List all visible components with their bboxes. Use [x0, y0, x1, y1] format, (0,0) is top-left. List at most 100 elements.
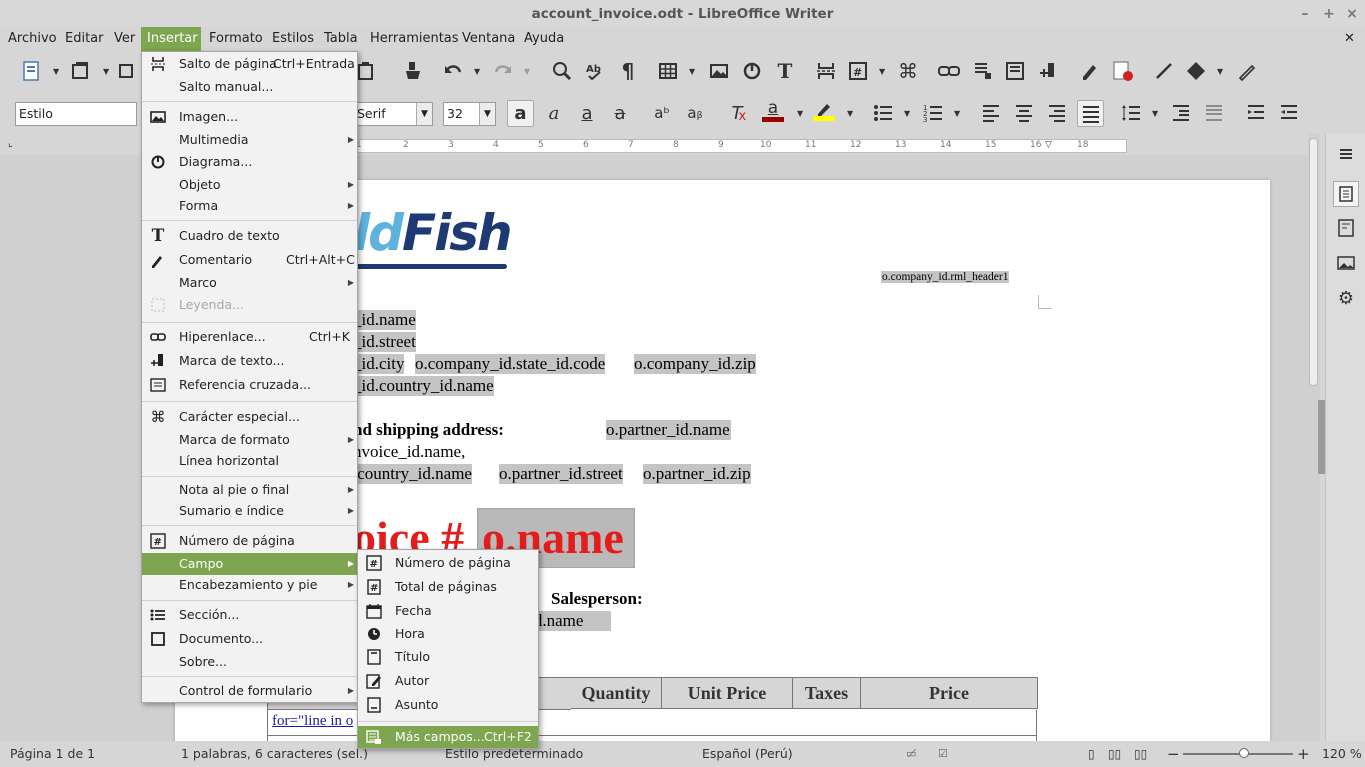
sidebar-menu-icon[interactable]: [1335, 143, 1357, 165]
menu-item-envelope[interactable]: Sobre...: [142, 651, 357, 673]
insert-mode-icon[interactable]: ▭̸: [906, 741, 916, 767]
menu-item-field[interactable]: Campo ▶: [142, 553, 357, 575]
partner-zip-field[interactable]: o.partner_id.zip: [643, 464, 751, 484]
find-replace-icon[interactable]: [551, 60, 573, 82]
single-page-view-icon[interactable]: ▯: [1088, 741, 1095, 767]
insert-image-icon[interactable]: [708, 60, 730, 82]
menu-item-document[interactable]: Documento...: [142, 628, 357, 650]
horizontal-ruler[interactable]: 1 2 3 4 5 6 7 8 9 10 11 12 13 14 15 16 ▽…: [355, 139, 1127, 153]
menu-item-text-box[interactable]: T Cuadro de texto: [142, 225, 357, 247]
page-count-status[interactable]: Página 1 de 1: [10, 741, 95, 767]
invoice-table[interactable]: Quantity Unit Price Taxes Price: [570, 677, 1038, 709]
menu-item-comment[interactable]: Comentario Ctrl+Alt+C: [142, 249, 357, 271]
formatting-marks-icon[interactable]: ¶: [617, 59, 639, 83]
basic-shapes-icon[interactable]: [1185, 60, 1207, 82]
redo-icon[interactable]: [492, 60, 514, 82]
insert-endnote-icon[interactable]: [1004, 60, 1026, 82]
partner-name-field[interactable]: o.partner_id.name: [606, 420, 731, 440]
company-country-field[interactable]: _id.country_id.name: [353, 376, 494, 396]
insert-text-box-icon[interactable]: T: [774, 59, 796, 83]
multi-page-view-icon[interactable]: ▯▯: [1108, 741, 1121, 767]
menu-item-formatting-mark[interactable]: Marca de formato ▶: [142, 429, 357, 451]
insert-hyperlink-icon[interactable]: [938, 60, 960, 82]
insert-special-character-icon[interactable]: ⌘: [897, 59, 919, 83]
paste-icon[interactable]: [355, 60, 377, 82]
menu-archivo[interactable]: Archivo: [2, 27, 63, 51]
menu-item-hyperlink[interactable]: Hiperenlace... Ctrl+K: [142, 326, 357, 348]
submenu-item-page-number[interactable]: # Número de página: [358, 552, 538, 574]
increase-indent-icon[interactable]: [1245, 102, 1267, 124]
menu-item-frame[interactable]: Marco ▶: [142, 272, 357, 294]
word-count-status[interactable]: 1 palabras, 6 caracteres (sel.): [181, 741, 368, 767]
submenu-item-subject[interactable]: Asunto: [358, 694, 538, 716]
clone-formatting-icon[interactable]: [402, 60, 424, 82]
underline-icon[interactable]: a: [576, 102, 598, 124]
subscript-icon[interactable]: aᵦ: [684, 102, 706, 124]
close-document-icon[interactable]: ✕: [1338, 27, 1361, 51]
menu-item-image[interactable]: Imagen...: [142, 106, 357, 128]
spelling-icon[interactable]: Ab: [584, 60, 606, 82]
ordered-list-icon[interactable]: 123: [922, 102, 944, 124]
submenu-item-title[interactable]: Título: [358, 646, 538, 668]
menu-editar[interactable]: Editar: [59, 27, 110, 51]
menu-item-horizontal-line[interactable]: Línea horizontal: [142, 450, 357, 472]
menu-herramientas[interactable]: Herramientas: [364, 27, 465, 51]
submenu-item-date[interactable]: Fecha: [358, 600, 538, 622]
menu-item-special-character[interactable]: ⌘ Carácter especial...: [142, 406, 357, 428]
document-modified-icon[interactable]: ☑: [938, 741, 948, 767]
menu-item-table-of-contents[interactable]: Sumario e índice ▶: [142, 500, 357, 522]
tab-stop-icon[interactable]: ⌞: [8, 138, 13, 149]
zoom-out-button[interactable]: −: [1167, 741, 1180, 767]
for-loop-field[interactable]: for="line in o: [272, 713, 353, 730]
menu-item-form-control[interactable]: Control de formulario ▶: [142, 680, 357, 702]
chevron-down-icon[interactable]: ▼: [879, 68, 887, 76]
italic-icon[interactable]: a: [543, 102, 565, 124]
scrollbar-thumb[interactable]: [1309, 138, 1318, 386]
company-street-field[interactable]: _id.street: [353, 332, 416, 352]
menu-formato[interactable]: Formato: [203, 27, 269, 51]
font-name-combo[interactable]: Serif ▼: [354, 102, 433, 126]
insert-footnote-icon[interactable]: [971, 60, 993, 82]
company-name-field[interactable]: _id.name: [353, 310, 416, 330]
templates-icon[interactable]: [70, 60, 92, 82]
menu-item-manual-break[interactable]: Salto manual...: [142, 76, 357, 98]
zoom-slider[interactable]: [1183, 753, 1293, 755]
chevron-down-icon[interactable]: ▼: [53, 68, 61, 76]
menu-item-chart[interactable]: Diagrama...: [142, 151, 357, 173]
menu-ayuda[interactable]: Ayuda: [518, 27, 570, 51]
partner-street-field[interactable]: o.partner_id.street: [499, 464, 623, 484]
undo-icon[interactable]: [442, 60, 464, 82]
chevron-down-icon[interactable]: ▼: [847, 110, 855, 118]
paragraph-style-combo[interactable]: Estilo predeterminad: [15, 102, 137, 126]
superscript-icon[interactable]: aᵇ: [651, 102, 673, 124]
export-icon[interactable]: [117, 60, 139, 82]
new-document-icon[interactable]: [20, 60, 42, 82]
menu-item-cross-reference[interactable]: Referencia cruzada...: [142, 374, 357, 396]
submenu-item-author[interactable]: Autor: [358, 670, 538, 692]
maximize-button[interactable]: +: [1319, 4, 1339, 24]
align-right-icon[interactable]: [1046, 102, 1068, 124]
menu-tabla[interactable]: Tabla: [318, 27, 364, 51]
zoom-in-button[interactable]: +: [1297, 741, 1310, 767]
submenu-item-time[interactable]: Hora: [358, 623, 538, 645]
menu-item-footnote[interactable]: Nota al pie o final ▶: [142, 479, 357, 501]
line-spacing-icon[interactable]: [1120, 102, 1142, 124]
strikethrough-icon[interactable]: a: [609, 102, 631, 124]
navigator-gear-icon[interactable]: ⚙: [1335, 287, 1357, 309]
company-zip-field[interactable]: o.company_id.zip: [634, 354, 756, 374]
partner-country-field[interactable]: .country_id.name: [353, 464, 472, 484]
page-properties-icon[interactable]: [1335, 217, 1357, 239]
menu-item-section[interactable]: Sección...: [142, 604, 357, 626]
font-size-combo[interactable]: 32 ▼: [443, 102, 496, 126]
chevron-down-icon[interactable]: ▼: [474, 68, 482, 76]
header-field[interactable]: o.company_id.rml_header1: [881, 271, 1010, 283]
menu-insertar[interactable]: Insertar: [141, 27, 201, 51]
language-status[interactable]: Español (Perú): [702, 741, 793, 767]
chevron-down-icon[interactable]: ▼: [416, 103, 432, 125]
menu-item-multimedia[interactable]: Multimedia ▶: [142, 129, 357, 151]
track-changes-icon[interactable]: [1112, 60, 1134, 82]
chevron-down-icon[interactable]: ▼: [1152, 110, 1160, 118]
chevron-down-icon[interactable]: ▼: [479, 103, 495, 125]
highlight-icon[interactable]: [813, 100, 835, 122]
insert-bookmark-icon[interactable]: [1037, 60, 1059, 82]
